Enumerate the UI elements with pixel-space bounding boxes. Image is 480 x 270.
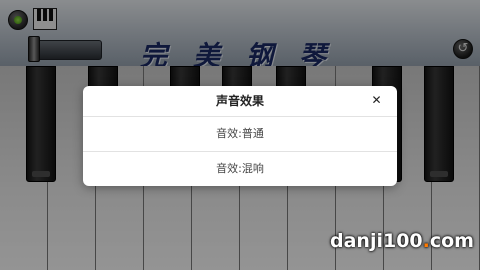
option-reverb[interactable]: 音效:混响 [83, 152, 397, 186]
watermark-text-before: danji100 [330, 230, 423, 252]
close-icon[interactable]: ✕ [369, 93, 384, 108]
dialog-title: 声音效果 [83, 86, 397, 117]
option-normal[interactable]: 音效:普通 [83, 117, 397, 152]
watermark-dot: . [422, 230, 430, 252]
watermark-text-after: com [429, 230, 474, 252]
watermark: danji100.com [330, 230, 480, 260]
sound-effect-dialog: 声音效果 ✕ 音效:普通 音效:混响 [83, 86, 397, 186]
